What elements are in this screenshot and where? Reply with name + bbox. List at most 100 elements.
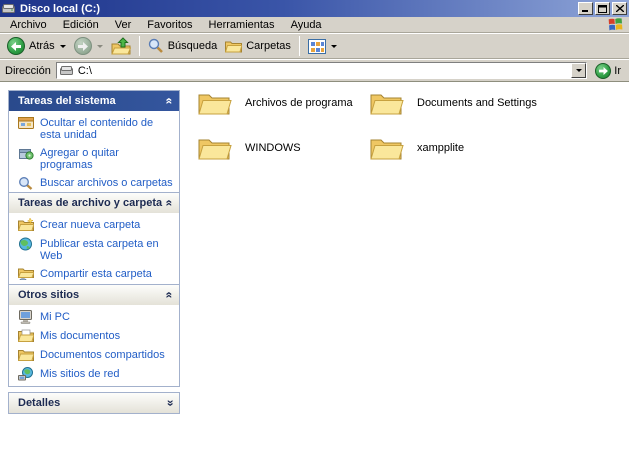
panel-title: Tareas de archivo y carpeta	[18, 197, 166, 209]
toolbar-separator	[139, 36, 140, 56]
shared-documents-icon	[18, 348, 34, 362]
place-shared-documents[interactable]: Documentos compartidos	[9, 347, 175, 363]
folder-xampplite[interactable]: xampplite	[370, 133, 464, 163]
place-my-computer[interactable]: Mi PC	[9, 309, 175, 325]
up-button[interactable]	[108, 36, 134, 56]
window-title: Disco local (C:)	[20, 3, 578, 15]
close-button[interactable]	[612, 2, 627, 15]
forward-dropdown-icon[interactable]	[97, 45, 103, 48]
menu-ayuda[interactable]: Ayuda	[283, 18, 330, 32]
collapse-chevron-icon[interactable]: «	[165, 292, 175, 299]
share-folder-icon	[18, 267, 34, 281]
go-button[interactable]: Ir	[592, 62, 624, 80]
folder-name: WINDOWS	[245, 142, 301, 154]
maximize-button[interactable]	[595, 2, 610, 15]
search-icon	[18, 176, 34, 190]
forward-button[interactable]	[71, 36, 106, 56]
task-hide-drive-contents[interactable]: Ocultar el contenido de esta unidad	[9, 115, 175, 142]
search-label: Búsqueda	[168, 40, 218, 52]
panel-title: Tareas del sistema	[18, 95, 166, 107]
folder-icon	[198, 134, 232, 162]
forward-icon	[74, 37, 92, 55]
place-label: Mi PC	[40, 310, 70, 323]
drive-contents-icon	[18, 116, 34, 130]
task-label: Compartir esta carpeta	[40, 267, 152, 280]
task-label: Agregar o quitar programas	[40, 146, 173, 171]
address-bar: Dirección C:\ Ir	[0, 59, 629, 82]
folder-name: Archivos de programa	[245, 97, 353, 109]
back-dropdown-icon[interactable]	[60, 45, 66, 48]
menu-edicion[interactable]: Edición	[55, 18, 107, 32]
back-icon	[7, 37, 25, 55]
views-dropdown-icon[interactable]	[331, 45, 337, 48]
panel-system-tasks: Tareas del sistema « Ocultar el contenid…	[8, 90, 180, 196]
folder-icon	[198, 89, 232, 117]
place-label: Mis documentos	[40, 329, 120, 342]
place-label: Documentos compartidos	[40, 348, 165, 361]
task-search-files[interactable]: Buscar archivos o carpetas	[9, 175, 175, 191]
standard-buttons-toolbar: Atrás	[0, 33, 629, 59]
place-label: Mis sitios de red	[40, 367, 119, 380]
windows-logo-icon	[608, 18, 623, 31]
address-value[interactable]: C:\	[78, 65, 571, 77]
menu-bar: Archivo Edición Ver Favoritos Herramient…	[0, 17, 629, 33]
task-label: Crear nueva carpeta	[40, 218, 140, 231]
back-button[interactable]: Atrás	[4, 36, 69, 56]
views-icon	[308, 39, 326, 54]
minimize-button[interactable]	[578, 2, 593, 15]
address-disk-icon	[60, 65, 74, 76]
task-label: Publicar esta carpeta en Web	[40, 237, 173, 262]
views-button[interactable]	[305, 38, 340, 55]
publish-web-icon	[18, 237, 34, 251]
add-remove-programs-icon	[18, 146, 34, 160]
title-bar: Disco local (C:)	[0, 0, 629, 17]
panel-other-places: Otros sitios « Mi PC	[8, 284, 180, 387]
my-documents-icon	[18, 329, 34, 343]
menu-archivo[interactable]: Archivo	[2, 18, 55, 32]
toolbar-separator	[299, 36, 300, 56]
folder-name: Documents and Settings	[417, 97, 537, 109]
menu-ver[interactable]: Ver	[107, 18, 140, 32]
address-dropdown-button[interactable]	[571, 63, 586, 78]
panel-other-places-header[interactable]: Otros sitios «	[9, 285, 179, 305]
back-label: Atrás	[29, 40, 55, 52]
folder-icon	[370, 89, 404, 117]
collapse-chevron-icon[interactable]: «	[165, 200, 175, 207]
network-places-icon	[18, 367, 34, 381]
folder-icon	[370, 134, 404, 162]
folder-archivos-de-programa[interactable]: Archivos de programa	[198, 88, 353, 118]
folders-button[interactable]: Carpetas	[222, 38, 294, 54]
panel-title: Otros sitios	[18, 289, 166, 301]
task-publish-folder-web[interactable]: Publicar esta carpeta en Web	[9, 236, 175, 263]
folder-windows[interactable]: WINDOWS	[198, 133, 301, 163]
panel-details: Detalles «	[8, 392, 180, 414]
up-folder-icon	[111, 37, 131, 55]
menu-favoritos[interactable]: Favoritos	[139, 18, 200, 32]
panel-file-folder-tasks: Tareas de archivo y carpeta « Crear nuev…	[8, 192, 180, 287]
my-computer-icon	[18, 310, 34, 324]
panel-details-header[interactable]: Detalles «	[9, 393, 179, 413]
panel-file-folder-tasks-header[interactable]: Tareas de archivo y carpeta «	[9, 193, 179, 213]
task-label: Buscar archivos o carpetas	[40, 176, 173, 189]
expand-chevron-icon[interactable]: «	[165, 400, 175, 407]
explorer-window: Disco local (C:) Archivo Edición Ver Fav…	[0, 0, 629, 471]
panel-system-tasks-header[interactable]: Tareas del sistema «	[9, 91, 179, 111]
task-new-folder[interactable]: Crear nueva carpeta	[9, 217, 175, 233]
search-icon	[148, 38, 164, 54]
task-share-folder[interactable]: Compartir esta carpeta	[9, 266, 175, 282]
go-icon	[595, 63, 611, 79]
folder-name: xampplite	[417, 142, 464, 154]
disk-drive-icon	[2, 3, 16, 14]
place-my-documents[interactable]: Mis documentos	[9, 328, 175, 344]
search-button[interactable]: Búsqueda	[145, 37, 221, 55]
place-my-network-places[interactable]: Mis sitios de red	[9, 366, 175, 382]
panel-title: Detalles	[18, 397, 166, 409]
task-add-remove-programs[interactable]: Agregar o quitar programas	[9, 145, 175, 172]
menu-herramientas[interactable]: Herramientas	[201, 18, 283, 32]
folder-documents-and-settings[interactable]: Documents and Settings	[370, 88, 537, 118]
task-label: Ocultar el contenido de esta unidad	[40, 116, 173, 141]
collapse-chevron-icon[interactable]: «	[165, 98, 175, 105]
folders-label: Carpetas	[246, 40, 291, 52]
address-combo[interactable]: C:\	[56, 62, 587, 79]
go-label: Ir	[614, 65, 621, 77]
